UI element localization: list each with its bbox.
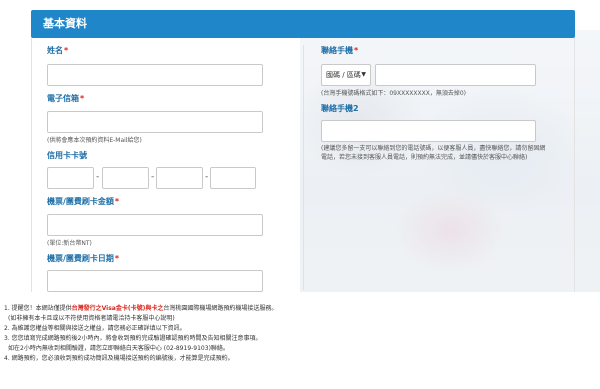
amount-label-text: 機票/團費刷卡金額: [47, 197, 114, 206]
card-number-input-4[interactable]: [210, 167, 256, 189]
card-separator: -: [151, 172, 155, 182]
amount-input[interactable]: [47, 214, 263, 236]
email-label-text: 電子信箱: [47, 94, 79, 103]
phone2-note-line: (建議您多留一支可以聯絡到您的電話號碼，以便客服人員，盡快聯絡您，請勿留固網: [321, 145, 546, 152]
email-note: (供將會應本次預約資料E-Mail給您): [47, 137, 142, 144]
notice-item: 2. 為維護您權益等相關與接送之權益，請您務必正確詳填以下資訊。: [4, 325, 186, 332]
chevron-down-icon: ▼: [361, 71, 366, 78]
name-input[interactable]: [47, 64, 263, 86]
date-input[interactable]: [47, 270, 263, 292]
required-mark: *: [64, 46, 69, 55]
notice-item: 如在2小時內無收到相關驗證，請您立即聯絡白天客服中心 (02-8919-9103…: [8, 345, 229, 352]
name-label-text: 姓名: [47, 46, 63, 55]
booking-form-page: 基本資料 姓名* 電子信箱* (供將會應本次預約資料E-Mail給您) 信用卡卡…: [0, 0, 600, 389]
card-separator: -: [96, 172, 100, 182]
email-input[interactable]: [47, 111, 263, 133]
notice-text: 1. 提醒您！本網站僅提供: [4, 305, 72, 312]
required-mark: *: [114, 254, 120, 263]
country-code-value: 國碼 / 區碼: [326, 71, 361, 79]
notices-list: 1. 提醒您！本網站僅提供台灣發行之Visa金卡(卡號)與卡之台灣桃園國際機場網…: [4, 304, 600, 364]
amount-label: 機票/團費刷卡金額*: [47, 196, 119, 207]
phone2-input[interactable]: [321, 120, 536, 142]
column-divider: [303, 45, 304, 290]
phone2-note-line: 電話，若您未接到客服人員電話，則預約無法完成，並請儘快於客服中心聯絡): [321, 154, 528, 161]
required-mark: *: [354, 46, 359, 55]
notice-item: (如非擁有本卡且或以不符使用資格者請電洽持卡客服中心說明): [8, 315, 175, 322]
card-number-input-1[interactable]: [47, 167, 94, 189]
section-header: 基本資料: [31, 10, 575, 38]
notice-highlight: 台灣發行之Visa金卡(卡號)與卡之: [71, 305, 164, 312]
phone2-label: 聯絡手機2: [321, 104, 359, 113]
card-separator: -: [205, 172, 209, 182]
phone-label: 聯絡手機*: [321, 45, 358, 56]
phone-label-text: 聯絡手機: [321, 46, 353, 55]
name-label: 姓名*: [47, 45, 68, 56]
date-label-text: 機票/團費刷卡日期: [47, 254, 114, 263]
card-number-label: 信用卡卡號: [47, 151, 87, 160]
required-mark: *: [114, 197, 120, 206]
phone2-note: (建議您多留一支可以聯絡到您的電話號碼，以便客服人員，盡快聯絡您，請勿留固網 電…: [321, 144, 545, 162]
notice-item: 1. 提醒您！本網站僅提供台灣發行之Visa金卡(卡號)與卡之台灣桃園國際機場網…: [4, 304, 600, 314]
required-mark: *: [80, 94, 85, 103]
phone-input[interactable]: [375, 64, 536, 86]
card-number-input-3[interactable]: [156, 167, 203, 189]
card-number-input-2[interactable]: [102, 167, 149, 189]
amount-note: (單位:新台幣NT): [47, 240, 92, 247]
notice-text: 台灣桃園國際機場網路預約機場接送服務。: [163, 305, 278, 312]
date-label: 機票/團費刷卡日期*: [47, 253, 119, 264]
notice-item: 4. 網路預約，您必須收到預約成功簡訊及機場接送預約的編號後，才能算是完成預約。: [4, 355, 234, 362]
email-label: 電子信箱*: [47, 93, 84, 104]
phone-note: (台灣手機號碼格式如下：09XXXXXXXX，無須去掉0): [321, 90, 467, 97]
country-code-select[interactable]: 國碼 / 區碼 ▼: [321, 64, 371, 86]
notice-item: 3. 您您填寫完成網路預約後2小時內，將會收到預約完成驗證確認預約時間及告知相關…: [4, 335, 262, 342]
